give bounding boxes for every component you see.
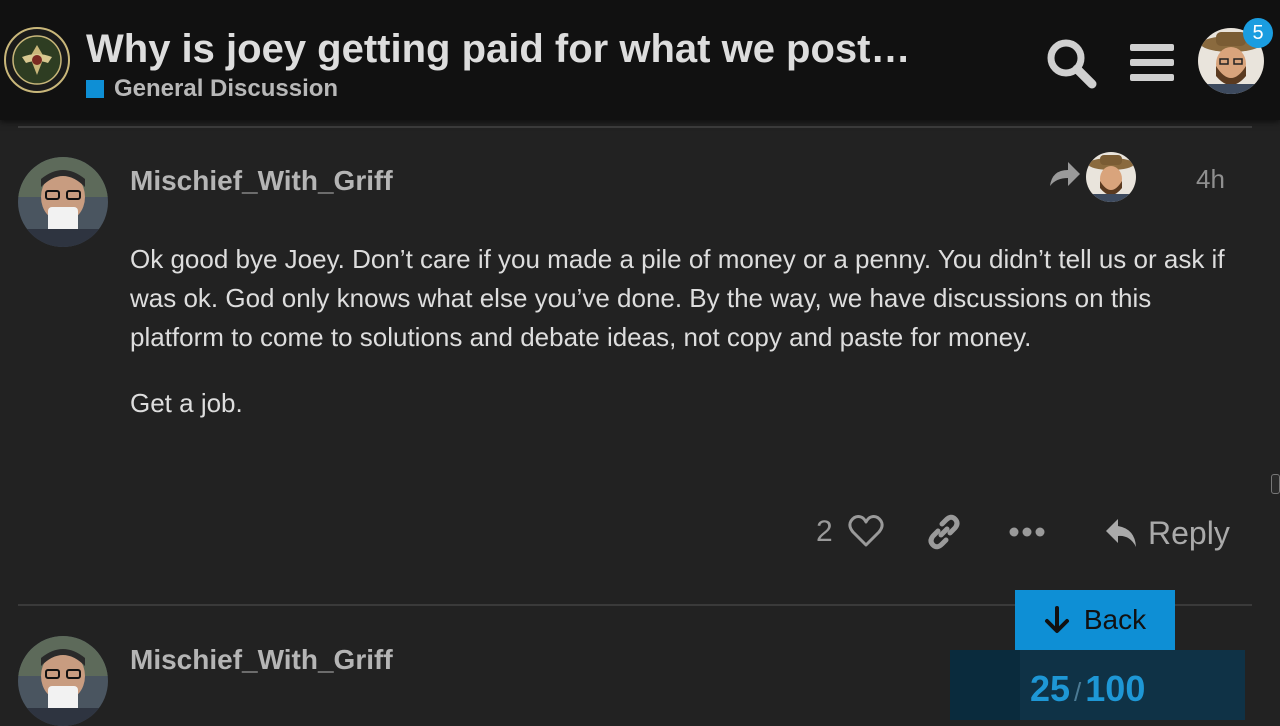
hamburger-menu-icon[interactable] [1124, 40, 1180, 86]
post-author-avatar[interactable] [18, 636, 108, 726]
post-date[interactable]: 4h [1196, 164, 1225, 195]
post-username[interactable]: Mischief_With_Griff [130, 644, 393, 676]
post-username[interactable]: Mischief_With_Griff [130, 165, 393, 197]
post-paragraph: Get a job. [130, 388, 243, 418]
progress-total: 100 [1085, 668, 1146, 709]
link-icon[interactable] [926, 514, 962, 550]
search-icon[interactable] [1042, 36, 1100, 90]
post-content: Ok good bye Joey. Don’t care if you made… [130, 240, 1240, 450]
arrow-down-icon [1044, 606, 1069, 633]
post-divider [18, 126, 1252, 128]
reply-button[interactable]: Reply [1104, 510, 1234, 556]
like-count[interactable]: 2 [816, 515, 833, 549]
ellipsis-icon[interactable] [1008, 522, 1046, 542]
back-button-label: Back [1083, 604, 1147, 635]
progress-separator: / [1074, 677, 1082, 707]
post-author-avatar[interactable] [18, 157, 108, 247]
scrollbar-thumb[interactable] [1271, 474, 1280, 494]
reply-icon [1106, 519, 1136, 547]
reply-button-label: Reply [1148, 514, 1230, 551]
site-logo[interactable] [4, 27, 70, 93]
progress-current: 25 [1030, 668, 1071, 709]
notification-badge[interactable]: 5 [1243, 18, 1273, 48]
post-paragraph: Ok good bye Joey. Don’t care if you made… [130, 244, 1225, 352]
category-color-swatch [86, 80, 104, 98]
back-button[interactable]: Back [1015, 590, 1175, 650]
category-label: General Discussion [114, 75, 339, 102]
site-header: Why is joey getting paid for what we pos… [0, 0, 1280, 120]
reply-to-arrow-icon[interactable] [1048, 160, 1082, 190]
post-progress-counter[interactable]: 25/100 [1030, 668, 1145, 710]
category-badge[interactable]: General Discussion [86, 75, 339, 102]
topic-title[interactable]: Why is joey getting paid for what we pos… [86, 26, 976, 72]
reply-to-user-avatar[interactable] [1086, 152, 1136, 202]
heart-icon[interactable] [848, 514, 884, 548]
